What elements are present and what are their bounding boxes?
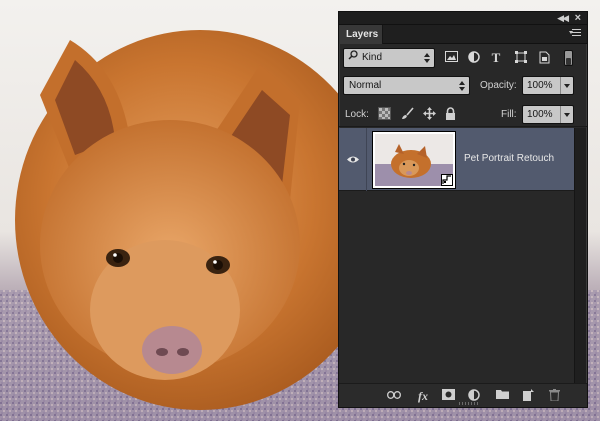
- mask-icon[interactable]: [441, 389, 455, 403]
- search-icon: [348, 49, 362, 67]
- filter-row: Kind T: [339, 46, 587, 70]
- filter-toggle-switch[interactable]: [564, 50, 573, 66]
- fill-label: Fill:: [501, 109, 517, 120]
- lock-all-icon[interactable]: [445, 107, 458, 120]
- collapse-panel-icon[interactable]: ◀◀: [557, 13, 569, 24]
- blend-mode-select[interactable]: Normal: [343, 76, 470, 95]
- panel-menu-icon[interactable]: [569, 29, 581, 39]
- lock-row: Lock: Fill: 100%: [339, 101, 587, 127]
- new-layer-icon[interactable]: [521, 389, 535, 403]
- type-filter-icon[interactable]: T: [489, 51, 503, 65]
- opacity-dropdown-icon[interactable]: [560, 77, 573, 94]
- blend-row: Normal Opacity: 100%: [339, 73, 587, 97]
- smart-object-badge-icon: [441, 174, 453, 186]
- smart-object-filter-icon[interactable]: [537, 51, 551, 65]
- lock-transparency-icon[interactable]: [378, 107, 391, 120]
- pixel-filter-icon[interactable]: [444, 51, 458, 65]
- close-panel-icon[interactable]: ×: [575, 12, 581, 24]
- tab-layers[interactable]: Layers: [339, 25, 383, 44]
- panel-title-bar[interactable]: ◀◀ ×: [339, 12, 587, 25]
- opacity-field[interactable]: 100%: [522, 76, 574, 95]
- fill-dropdown-icon[interactable]: [560, 106, 573, 123]
- panel-tab-bar: Layers: [339, 25, 587, 44]
- lock-pixels-brush-icon[interactable]: [401, 107, 414, 120]
- select-arrows-icon: [423, 52, 431, 64]
- fill-value: 100%: [527, 109, 553, 120]
- trash-icon[interactable]: [547, 389, 561, 403]
- lock-label: Lock:: [345, 109, 369, 120]
- adjustment-icon[interactable]: [467, 389, 481, 403]
- layer-name[interactable]: Pet Portrait Retouch: [464, 153, 554, 164]
- filter-kind-label: Kind: [362, 52, 383, 63]
- opacity-label: Opacity:: [480, 80, 517, 91]
- layer-row[interactable]: Pet Portrait Retouch: [339, 128, 575, 191]
- layers-scrollbar[interactable]: [574, 128, 586, 383]
- resize-grip[interactable]: [459, 402, 479, 405]
- eye-icon[interactable]: [347, 155, 359, 164]
- fx-icon[interactable]: fx: [416, 389, 430, 403]
- layers-list: Pet Portrait Retouch: [339, 128, 575, 383]
- shape-filter-icon[interactable]: [514, 51, 528, 65]
- filter-kind-select[interactable]: Kind: [343, 48, 435, 68]
- layers-panel: ◀◀ × Layers Kind T Normal Opacity: 100% …: [338, 11, 588, 408]
- fill-field[interactable]: 100%: [522, 105, 574, 124]
- layer-thumbnail[interactable]: [372, 131, 456, 189]
- select-arrows-icon: [458, 80, 466, 92]
- adjustment-filter-icon[interactable]: [467, 51, 481, 65]
- panel-bottom-toolbar: fx: [339, 383, 587, 407]
- folder-icon[interactable]: [495, 389, 509, 403]
- link-icon[interactable]: [387, 389, 401, 403]
- opacity-value: 100%: [527, 80, 553, 91]
- lock-position-move-icon[interactable]: [423, 107, 436, 120]
- blend-mode-value: Normal: [349, 80, 382, 91]
- visibility-toggle[interactable]: [339, 128, 367, 191]
